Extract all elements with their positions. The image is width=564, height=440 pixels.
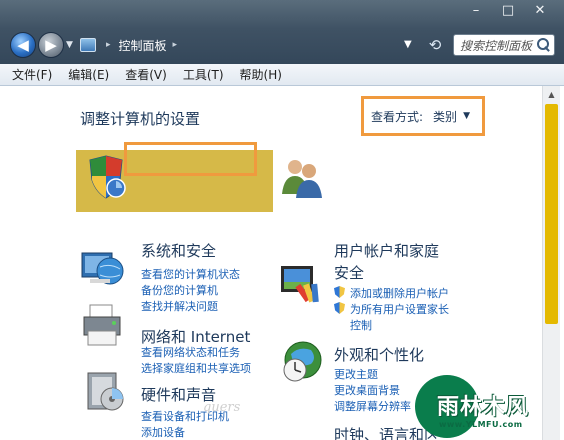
users-icon[interactable] — [278, 154, 324, 200]
back-button[interactable]: ◀ — [10, 32, 36, 58]
menu-help[interactable]: 帮助(H) — [240, 66, 282, 83]
view-by-label: 查看方式: — [371, 109, 424, 124]
chevron-down-icon[interactable]: ▼ — [463, 111, 470, 121]
link-parental-controls-line2[interactable]: 控制 — [350, 317, 372, 333]
address-dropdown-button[interactable]: ▼ — [404, 39, 412, 50]
link-parental-controls[interactable]: 为所有用户设置家长 — [334, 301, 449, 317]
category-system-security[interactable]: 系统和安全 — [141, 240, 216, 261]
minimize-button[interactable]: – — [460, 2, 492, 20]
appearance-paint-icon[interactable] — [278, 260, 324, 306]
link-find-fix-problems[interactable]: 查找并解决问题 — [141, 298, 218, 314]
site-logo: 雨林木风 www.YLMFU.com — [415, 375, 561, 438]
search-input[interactable]: 搜索控制面板 — [454, 37, 535, 54]
network-globe-icon[interactable] — [80, 245, 126, 291]
scroll-up-icon[interactable]: ▲ — [543, 86, 560, 103]
link-backup-computer[interactable]: 备份您的计算机 — [141, 282, 218, 298]
address-bar[interactable]: ▸ 控制面板 ▸ — [78, 35, 448, 55]
category-appearance[interactable]: 外观和个性化 — [334, 344, 424, 365]
category-user-accounts[interactable]: 用户帐户和家庭 — [334, 240, 439, 261]
page-title: 调整计算机的设置 — [80, 110, 201, 128]
recent-pages-dropdown[interactable]: ▼ — [66, 40, 73, 50]
refresh-icon[interactable]: ⟲ — [426, 36, 444, 54]
breadcrumb-separator[interactable]: ▸ — [173, 40, 178, 50]
window-chrome: – □ ✕ ◀ ▶ ▼ ▸ 控制面板 ▸ ▼ ⟲ 搜索控制面板 — [0, 0, 564, 64]
forward-button[interactable]: ▶ — [38, 32, 64, 58]
link-add-remove-accounts[interactable]: 添加或删除用户帐户 — [334, 285, 449, 301]
link-homegroup-sharing[interactable]: 选择家庭组和共享选项 — [141, 360, 251, 376]
menu-view[interactable]: 查看(V) — [125, 66, 167, 83]
watermark-text: quers — [203, 400, 241, 415]
network-title-outline — [124, 142, 257, 176]
search-box[interactable]: 搜索控制面板 — [453, 34, 555, 56]
view-by-value[interactable]: 类别 — [433, 108, 457, 125]
link-add-device[interactable]: 添加设备 — [141, 424, 185, 440]
breadcrumb-separator[interactable]: ▸ — [106, 40, 111, 50]
maximize-button[interactable]: □ — [492, 2, 524, 20]
programs-icon[interactable] — [84, 369, 130, 415]
category-user-accounts-line2[interactable]: 安全 — [334, 262, 364, 283]
link-change-theme[interactable]: 更改主题 — [334, 366, 378, 382]
link-adjust-resolution[interactable]: 调整屏幕分辨率 — [334, 398, 411, 414]
printer-icon[interactable] — [80, 303, 126, 349]
close-button[interactable]: ✕ — [524, 2, 556, 20]
menu-bar: 文件(F) 编辑(E) 查看(V) 工具(T) 帮助(H) — [0, 64, 564, 86]
logo-url: www.YLMFU.com — [439, 420, 523, 429]
scrollbar-thumb[interactable] — [545, 104, 558, 324]
window-controls: – □ ✕ — [460, 2, 556, 20]
menu-tools[interactable]: 工具(T) — [183, 66, 224, 83]
control-panel-icon — [80, 38, 96, 52]
forward-arrow-icon: ▶ — [45, 36, 57, 54]
search-icon[interactable] — [535, 37, 551, 53]
breadcrumb-control-panel[interactable]: 控制面板 — [119, 37, 167, 54]
view-by-selector[interactable]: 查看方式: 类别 ▼ — [361, 96, 485, 136]
link-network-status[interactable]: 查看网络状态和任务 — [141, 344, 240, 360]
menu-edit[interactable]: 编辑(E) — [68, 66, 109, 83]
link-view-computer-status[interactable]: 查看您的计算机状态 — [141, 266, 240, 282]
link-change-desktop-background[interactable]: 更改桌面背景 — [334, 382, 400, 398]
back-arrow-icon: ◀ — [17, 36, 29, 54]
logo-text: 雨林木风 — [437, 395, 530, 420]
clock-globe-icon[interactable] — [281, 338, 327, 384]
security-shield-icon[interactable] — [82, 154, 128, 200]
menu-file[interactable]: 文件(F) — [12, 66, 52, 83]
